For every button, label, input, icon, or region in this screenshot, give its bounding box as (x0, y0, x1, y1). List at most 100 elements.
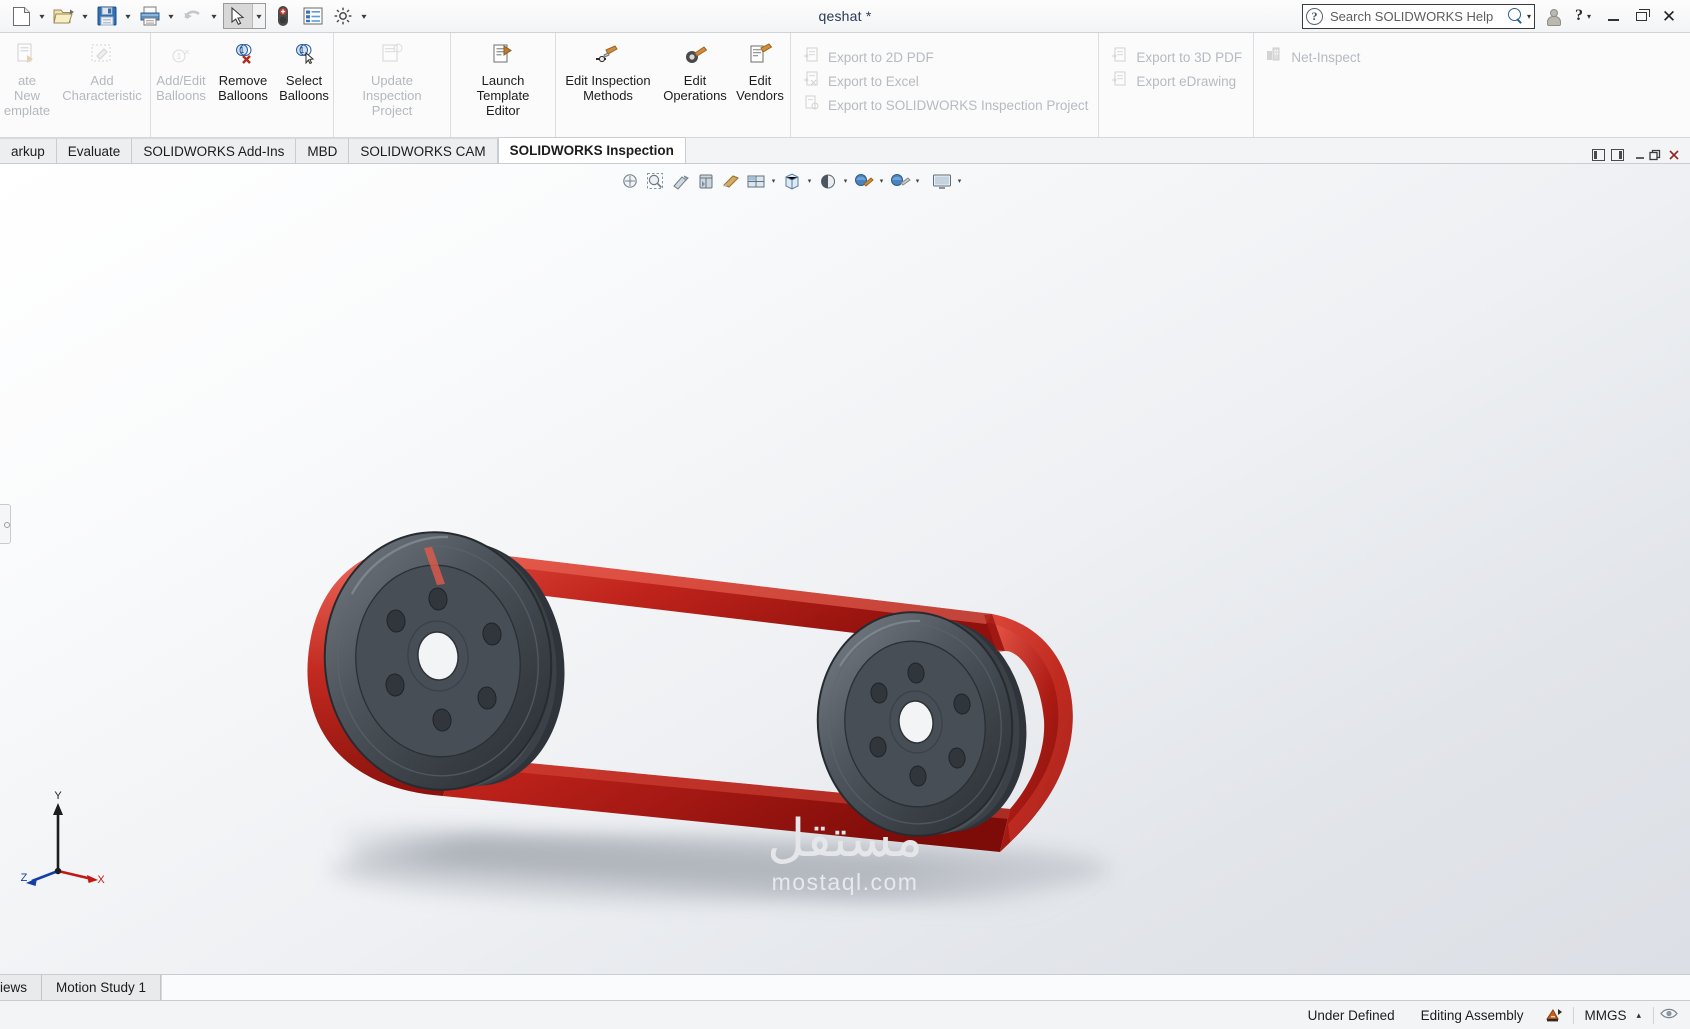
account-icon[interactable] (1547, 8, 1562, 26)
tab-mbd[interactable]: MBD (296, 138, 350, 163)
select-tool-dropdown[interactable] (252, 4, 265, 28)
close-doc-icon[interactable] (1666, 147, 1682, 163)
overlay-icon[interactable] (1654, 1006, 1690, 1024)
open-document-dropdown[interactable] (79, 2, 92, 30)
export-pdf-icon (803, 47, 819, 68)
new-document-button[interactable] (6, 2, 36, 30)
print-document-button[interactable] (135, 2, 165, 30)
update-inspection-project-label: Update Inspection Project (362, 73, 422, 118)
save-document-button[interactable] (92, 2, 122, 30)
net-inspect-icon (1266, 47, 1282, 68)
remove-balloons-icon: 1 (229, 39, 257, 69)
create-new-template-label: ate New emplate (3, 73, 51, 118)
select-balloons-icon: 1 (290, 39, 318, 69)
restore-window-button[interactable] (1628, 3, 1654, 29)
launch-template-editor-button[interactable]: Launch Template Editor (451, 33, 555, 137)
file-properties-button[interactable] (298, 2, 328, 30)
remove-balloons-button[interactable]: 1 Remove Balloons (211, 33, 275, 137)
export-to-excel-item[interactable]: Export to Excel (803, 69, 1088, 93)
tab-evaluate[interactable]: Evaluate (56, 138, 133, 163)
undo-dropdown[interactable] (208, 2, 221, 30)
launch-template-editor-icon (490, 39, 516, 69)
options-gear-button[interactable] (328, 2, 358, 30)
search-input-placeholder[interactable]: Search SOLIDWORKS Help (1330, 9, 1507, 24)
edit-operations-button[interactable]: Edit Operations (660, 33, 730, 137)
svg-text:1: 1 (300, 46, 305, 55)
add-characteristic-icon (89, 39, 115, 69)
open-document-button[interactable] (49, 2, 79, 30)
solidworks-window: qeshat * ? Search SOLIDWORKS Help ▾ ? ▾ … (0, 0, 1690, 1029)
export-to-inspection-project-label: Export to SOLIDWORKS Inspection Project (828, 97, 1089, 113)
save-document-dropdown[interactable] (122, 2, 135, 30)
close-window-button[interactable]: ✕ (1656, 3, 1682, 29)
export-column-2: Export to 3D PDF Export eDrawing (1099, 33, 1255, 137)
tab-solidworks-inspection[interactable]: SOLIDWORKS Inspection (497, 137, 686, 163)
model-belt-pulley-assembly[interactable] (0, 164, 1690, 974)
panel-left-icon[interactable] (1590, 147, 1606, 163)
tab-markup[interactable]: arkup (0, 138, 57, 163)
graphics-viewport[interactable]: Y X Z مستقل mostaql.com (0, 164, 1690, 974)
status-bar: Under Defined Editing Assembly MMGS ▴ (0, 1000, 1690, 1029)
export-3dpdf-icon (1111, 47, 1127, 68)
export-to-3d-pdf-item[interactable]: Export to 3D PDF (1111, 45, 1243, 69)
minimize-window-button[interactable] (1600, 3, 1626, 29)
export-column-1: Export to 2D PDF Export to Excel Export … (791, 33, 1100, 137)
create-new-template-button[interactable]: ate New emplate (0, 33, 54, 137)
ribbon-group-project: Update Inspection Project (334, 33, 451, 137)
export-to-2d-pdf-label: Export to 2D PDF (828, 49, 934, 65)
export-edrawing-icon (1111, 71, 1127, 92)
select-pointer-button[interactable] (224, 4, 252, 28)
svg-text:Z: Z (21, 872, 28, 884)
tab-solidworks-addins[interactable]: SOLIDWORKS Add-Ins (132, 138, 297, 163)
help-search-box[interactable]: ? Search SOLIDWORKS Help ▾ (1301, 3, 1535, 29)
edit-operations-icon (681, 39, 709, 69)
undo-button[interactable] (178, 2, 208, 30)
rebuild-button[interactable] (268, 2, 298, 30)
status-units[interactable]: MMGS (1574, 1008, 1636, 1023)
edit-inspection-methods-button[interactable]: Edit Inspection Methods (556, 33, 660, 137)
add-characteristic-button[interactable]: Add Characteristic (54, 33, 150, 137)
export-edrawing-item[interactable]: Export eDrawing (1111, 69, 1243, 93)
select-balloons-button[interactable]: 1 Select Balloons (275, 33, 333, 137)
edit-operations-label: Edit Operations (663, 73, 727, 103)
export-inspection-icon (803, 95, 819, 116)
edit-vendors-label: Edit Vendors (736, 73, 784, 103)
export-to-2d-pdf-item[interactable]: Export to 2D PDF (803, 45, 1088, 69)
svg-text:X: X (97, 874, 105, 886)
help-icon[interactable]: ? (1575, 7, 1583, 25)
new-document-dropdown[interactable] (36, 2, 49, 30)
view-triad: Y X Z (18, 789, 108, 889)
tab-mbd-label: MBD (307, 143, 338, 159)
tab-motion-study-1-label: Motion Study 1 (56, 980, 147, 995)
search-dropdown-caret[interactable]: ▾ (1527, 12, 1531, 21)
restore-doc-icon[interactable] (1647, 147, 1663, 163)
tab-solidworks-cam[interactable]: SOLIDWORKS CAM (349, 138, 498, 163)
assembly-icon (1536, 1007, 1573, 1023)
help-dropdown-caret[interactable]: ▾ (1587, 12, 1591, 21)
add-edit-balloons-button[interactable]: 1 Add/Edit Balloons (151, 33, 211, 137)
command-manager-tabs: arkup Evaluate SOLIDWORKS Add-Ins MBD SO… (0, 137, 1690, 164)
search-icon[interactable] (1507, 8, 1523, 24)
edit-vendors-button[interactable]: Edit Vendors (730, 33, 790, 137)
options-dropdown[interactable] (358, 2, 371, 30)
panel-right-icon[interactable] (1609, 147, 1625, 163)
net-inspect-item[interactable]: Net-Inspect (1266, 45, 1364, 69)
status-units-caret[interactable]: ▴ (1636, 1010, 1653, 1021)
svg-text:1: 1 (177, 52, 182, 61)
print-document-dropdown[interactable] (165, 2, 178, 30)
select-balloons-label: Select Balloons (279, 73, 329, 103)
update-inspection-project-button[interactable]: Update Inspection Project (334, 33, 450, 137)
bottom-tab-bar: iews Motion Study 1 (0, 974, 1690, 1000)
tab-solidworks-inspection-label: SOLIDWORKS Inspection (509, 143, 674, 158)
ribbon-group-balloons: 1 Add/Edit Balloons 1 Remove Balloons 1 … (151, 33, 334, 137)
add-edit-balloons-icon: 1 (168, 39, 194, 69)
net-inspect-label: Net-Inspect (1291, 49, 1361, 65)
minimize-doc-icon[interactable] (1628, 147, 1644, 163)
quick-access-toolbar (0, 2, 371, 30)
tab-views[interactable]: iews (0, 975, 43, 1000)
export-to-inspection-project-item[interactable]: Export to SOLIDWORKS Inspection Project (803, 93, 1088, 117)
export-excel-icon (803, 71, 819, 92)
tab-motion-study-1[interactable]: Motion Study 1 (42, 975, 162, 1000)
edit-inspection-methods-label: Edit Inspection Methods (565, 73, 651, 103)
tab-views-label: iews (0, 980, 28, 995)
